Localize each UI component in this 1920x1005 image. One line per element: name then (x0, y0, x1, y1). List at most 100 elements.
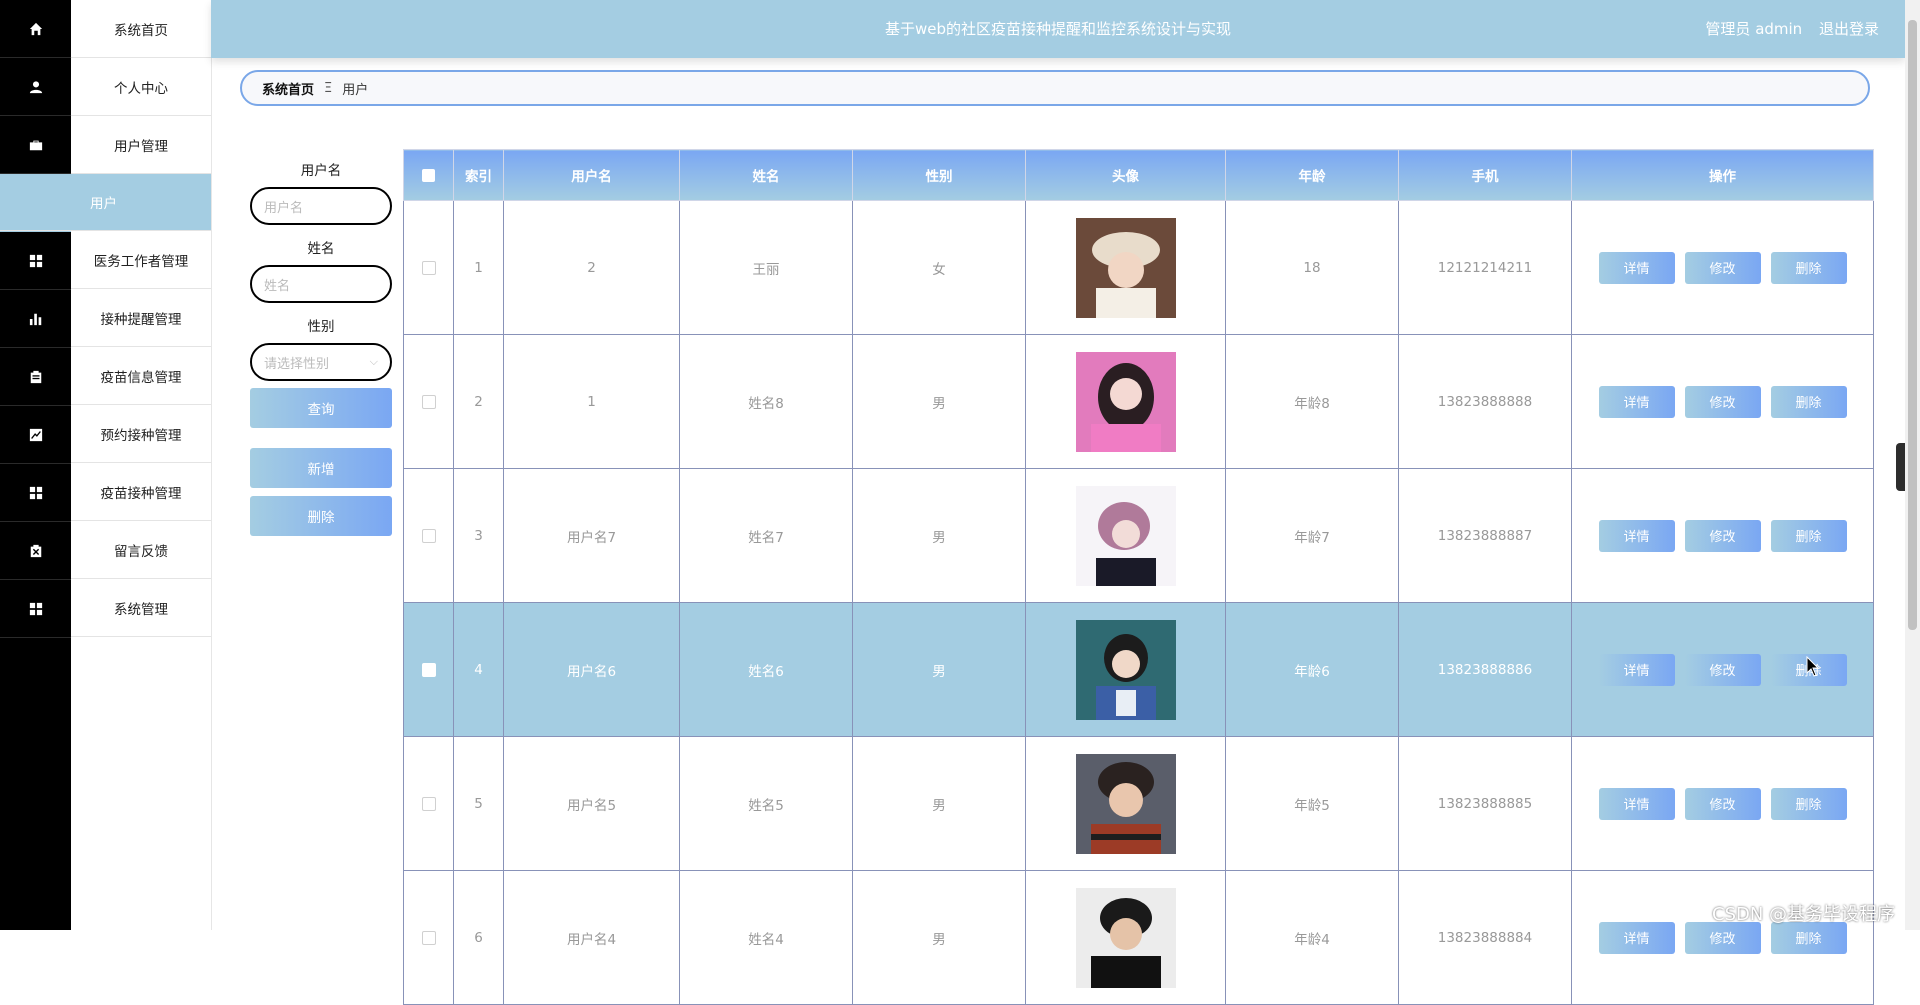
avatar-image (1075, 887, 1176, 988)
delete-button[interactable]: 删除 (1770, 921, 1847, 954)
logout-link[interactable]: 退出登录 (1819, 20, 1879, 38)
user-icon[interactable] (0, 58, 71, 116)
table-row[interactable]: 4 用户名6 姓名6 男 年龄6 13823888886 详情 修改 删除 (403, 602, 1874, 737)
table-row[interactable]: 3 用户名7 姓名7 男 年龄7 13823888887 详情 修改 删除 (403, 468, 1874, 603)
edit-button[interactable]: 修改 (1684, 921, 1761, 954)
cell-username: 1 (503, 334, 680, 469)
username-input[interactable]: 用户名 (250, 187, 392, 225)
breadcrumb-home[interactable]: 系统首页 (262, 79, 314, 98)
cell-gender: 男 (852, 334, 1026, 469)
row-checkbox[interactable] (403, 200, 454, 335)
cell-gender: 男 (852, 468, 1026, 603)
cell-index: 5 (453, 736, 504, 871)
mouse-cursor-icon (1806, 656, 1820, 677)
clipboard-x-icon[interactable] (0, 522, 71, 580)
cell-username: 用户名6 (503, 602, 680, 737)
cell-phone: 13823888887 (1398, 468, 1572, 603)
sidebar-item-feedback[interactable]: 留言反馈 (71, 521, 211, 579)
sidebar-item-vaccinations[interactable]: 疫苗接种管理 (71, 463, 211, 521)
cell-actions: 详情 修改 删除 (1571, 468, 1874, 603)
grid-icon[interactable] (0, 464, 71, 522)
briefcase-icon[interactable] (0, 116, 71, 174)
edit-button[interactable]: 修改 (1684, 519, 1761, 552)
cell-avatar (1025, 870, 1226, 1005)
column-header-avatar: 头像 (1025, 149, 1226, 201)
row-checkbox[interactable] (403, 870, 454, 1005)
add-button[interactable]: 新增 (250, 448, 392, 488)
sidebar-item-reminders[interactable]: 接种提醒管理 (71, 289, 211, 347)
cell-index: 3 (453, 468, 504, 603)
avatar-image (1075, 619, 1176, 720)
batch-delete-button[interactable]: 删除 (250, 496, 392, 536)
top-header: 基于web的社区疫苗接种提醒和监控系统设计与实现 管理员 admin 退出登录 (211, 0, 1905, 58)
sidebar-item-system[interactable]: 系统管理 (71, 579, 211, 637)
cell-username: 2 (503, 200, 680, 335)
bar-chart-icon[interactable] (0, 290, 71, 348)
table-row[interactable]: 6 用户名4 姓名4 男 年龄4 13823888884 详情 修改 删除 (403, 870, 1874, 1005)
column-header-index: 索引 (453, 149, 504, 201)
delete-button[interactable]: 删除 (1770, 519, 1847, 552)
watermark: CSDN @基务毕设程序 (1712, 904, 1896, 925)
sidebar-item-profile[interactable]: 个人中心 (71, 58, 211, 116)
cell-index: 4 (453, 602, 504, 737)
sidebar-item-home[interactable]: 系统首页 (71, 0, 211, 58)
table-row[interactable]: 2 1 姓名8 男 年龄8 13823888888 详情 修改 删除 (403, 334, 1874, 469)
query-button[interactable]: 查询 (250, 388, 392, 428)
table-row[interactable]: 5 用户名5 姓名5 男 年龄5 13823888885 详情 修改 删除 (403, 736, 1874, 871)
cell-index: 1 (453, 200, 504, 335)
cell-gender: 男 (852, 870, 1026, 1005)
grid-icon[interactable] (0, 580, 71, 638)
grid-icon[interactable] (0, 232, 71, 290)
cell-age: 年龄7 (1225, 468, 1399, 603)
home-icon[interactable] (0, 0, 71, 58)
cell-actions: 详情 修改 删除 (1571, 200, 1874, 335)
sidebar-item-vaccine-info[interactable]: 疫苗信息管理 (71, 347, 211, 405)
cell-index: 6 (453, 870, 504, 1005)
edit-button[interactable]: 修改 (1684, 251, 1761, 284)
cell-name: 姓名4 (679, 870, 853, 1005)
column-header-actions: 操作 (1571, 149, 1874, 201)
sidebar-item-appointments[interactable]: 预约接种管理 (71, 405, 211, 463)
cell-age: 年龄5 (1225, 736, 1399, 871)
cell-avatar (1025, 736, 1226, 871)
gender-select[interactable]: 请选择性别 ⌵ (250, 343, 392, 381)
table-row[interactable]: 1 2 王丽 女 18 12121214211 详情 修改 删除 (403, 200, 1874, 335)
search-panel: 用户名 用户名 姓名 姓名 性别 请选择性别 ⌵ 查询 新增 删除 (250, 155, 392, 544)
clipboard-icon[interactable] (0, 348, 71, 406)
delete-button[interactable]: 删除 (1770, 385, 1847, 418)
detail-button[interactable]: 详情 (1598, 519, 1675, 552)
name-input[interactable]: 姓名 (250, 265, 392, 303)
detail-button[interactable]: 详情 (1598, 653, 1675, 686)
breadcrumb-separator: Ξ (324, 80, 333, 96)
row-checkbox[interactable] (403, 602, 454, 737)
trend-icon[interactable] (0, 406, 71, 464)
delete-button[interactable]: 删除 (1770, 787, 1847, 820)
cell-index: 2 (453, 334, 504, 469)
row-checkbox[interactable] (403, 736, 454, 871)
sidebar-item-user-management[interactable]: 用户管理 (71, 116, 211, 174)
sidebar-item-medical-staff[interactable]: 医务工作者管理 (71, 231, 211, 289)
cell-username: 用户名7 (503, 468, 680, 603)
detail-button[interactable]: 详情 (1598, 251, 1675, 284)
cell-avatar (1025, 468, 1226, 603)
select-all-checkbox[interactable] (403, 149, 454, 201)
detail-button[interactable]: 详情 (1598, 385, 1675, 418)
edit-button[interactable]: 修改 (1684, 653, 1761, 686)
row-checkbox[interactable] (403, 468, 454, 603)
delete-button[interactable]: 删除 (1770, 251, 1847, 284)
row-checkbox[interactable] (403, 334, 454, 469)
detail-button[interactable]: 详情 (1598, 921, 1675, 954)
breadcrumb-current: 用户 (342, 82, 369, 98)
page-scrollbar[interactable] (1905, 0, 1920, 930)
cell-avatar (1025, 602, 1226, 737)
scrollbar-thumb[interactable] (1908, 20, 1917, 630)
sidebar-item-users[interactable]: 用户 (0, 174, 211, 231)
username-label: 用户名 (300, 163, 342, 179)
sidebar-menu: 系统首页 个人中心 用户管理 用户 医务工作者管理 接种提醒管理 疫苗信息管理 … (0, 0, 212, 930)
cell-age: 年龄6 (1225, 602, 1399, 737)
cell-gender: 男 (852, 736, 1026, 871)
edit-button[interactable]: 修改 (1684, 787, 1761, 820)
cell-avatar (1025, 334, 1226, 469)
detail-button[interactable]: 详情 (1598, 787, 1675, 820)
edit-button[interactable]: 修改 (1684, 385, 1761, 418)
